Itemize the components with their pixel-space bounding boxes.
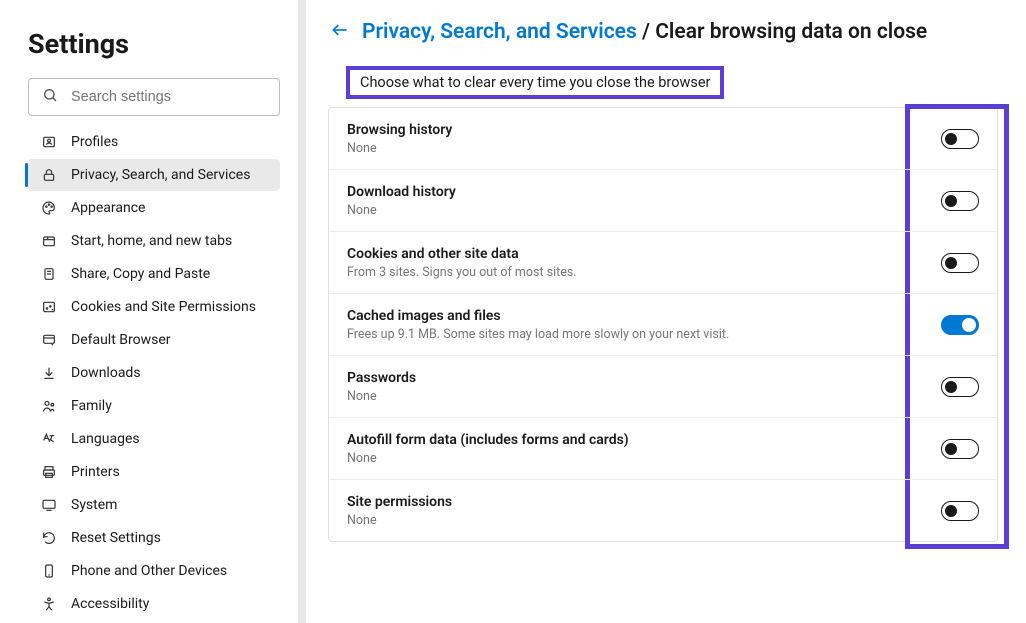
lock-icon — [40, 166, 58, 184]
option-title: Download history — [347, 184, 941, 200]
subheading: Choose what to clear every time you clos… — [360, 74, 710, 91]
sidebar-item-label: Printers — [71, 464, 120, 480]
search-wrap — [28, 78, 280, 116]
sidebar-item-label: System — [71, 497, 117, 513]
option-desc: None — [347, 513, 941, 528]
option-text: Site permissions None — [347, 494, 941, 528]
sidebar-item-profiles[interactable]: Profiles — [28, 126, 280, 158]
cookie-icon — [40, 298, 58, 316]
profile-icon — [40, 133, 58, 151]
option-text: Cached images and files Frees up 9.1 MB.… — [347, 308, 941, 342]
sidebar-item-label: Phone and Other Devices — [71, 563, 227, 579]
sidebar-item-system[interactable]: System — [28, 489, 280, 521]
option-site-permissions: Site permissions None — [329, 480, 997, 541]
sidebar-item-printers[interactable]: Printers — [28, 456, 280, 488]
sidebar-item-label: Default Browser — [71, 332, 171, 348]
sidebar-item-label: Languages — [71, 431, 140, 447]
palette-icon — [40, 199, 58, 217]
option-cookies: Cookies and other site data From 3 sites… — [329, 232, 997, 294]
sidebar-item-label: Reset Settings — [71, 530, 161, 546]
download-icon — [40, 364, 58, 382]
sidebar-item-label: Profiles — [71, 134, 118, 150]
family-icon — [40, 397, 58, 415]
sidebar-item-label: Accessibility — [71, 596, 149, 612]
option-text: Passwords None — [347, 370, 941, 404]
option-title: Cookies and other site data — [347, 246, 941, 262]
breadcrumb: Privacy, Search, and Services / Clear br… — [328, 18, 998, 46]
sidebar-item-label: Downloads — [71, 365, 141, 381]
sidebar-item-family[interactable]: Family — [28, 390, 280, 422]
sidebar-item-cookies[interactable]: Cookies and Site Permissions — [28, 291, 280, 323]
language-icon — [40, 430, 58, 448]
toggle-site-permissions[interactable] — [941, 501, 979, 521]
option-desc: None — [347, 451, 941, 466]
sidebar-item-languages[interactable]: Languages — [28, 423, 280, 455]
option-text: Cookies and other site data From 3 sites… — [347, 246, 941, 280]
toggle-cached[interactable] — [941, 315, 979, 335]
breadcrumb-title: Privacy, Search, and Services / Clear br… — [362, 20, 927, 44]
accessibility-icon — [40, 595, 58, 613]
option-desc: From 3 sites. Signs you out of most site… — [347, 265, 941, 280]
sidebar: Settings Profiles Privacy, Search, and S… — [0, 0, 306, 623]
toggle-passwords[interactable] — [941, 377, 979, 397]
option-cached: Cached images and files Frees up 9.1 MB.… — [329, 294, 997, 356]
search-icon — [42, 87, 58, 107]
tabs-icon — [40, 232, 58, 250]
option-download-history: Download history None — [329, 170, 997, 232]
sidebar-item-label: Cookies and Site Permissions — [71, 299, 256, 315]
toggle-autofill[interactable] — [941, 439, 979, 459]
option-text: Download history None — [347, 184, 941, 218]
sidebar-item-share[interactable]: Share, Copy and Paste — [28, 258, 280, 290]
option-text: Browsing history None — [347, 122, 941, 156]
option-text: Autofill form data (includes forms and c… — [347, 432, 941, 466]
option-title: Cached images and files — [347, 308, 941, 324]
option-desc: Frees up 9.1 MB. Some sites may load mor… — [347, 327, 941, 342]
toggle-browsing-history[interactable] — [941, 129, 979, 149]
sidebar-item-phone[interactable]: Phone and Other Devices — [28, 555, 280, 587]
option-title: Browsing history — [347, 122, 941, 138]
sidebar-item-appearance[interactable]: Appearance — [28, 192, 280, 224]
reset-icon — [40, 529, 58, 547]
main-content: Privacy, Search, and Services / Clear br… — [306, 0, 1026, 623]
phone-icon — [40, 562, 58, 580]
option-desc: None — [347, 389, 941, 404]
share-icon — [40, 265, 58, 283]
option-title: Passwords — [347, 370, 941, 386]
browser-icon — [40, 331, 58, 349]
back-arrow-icon[interactable] — [328, 18, 352, 46]
sidebar-item-label: Start, home, and new tabs — [71, 233, 232, 249]
sidebar-item-label: Privacy, Search, and Services — [71, 167, 250, 183]
sidebar-item-start[interactable]: Start, home, and new tabs — [28, 225, 280, 257]
sidebar-item-default-browser[interactable]: Default Browser — [28, 324, 280, 356]
option-desc: None — [347, 203, 941, 218]
breadcrumb-separator: / — [637, 20, 655, 44]
sidebar-item-privacy[interactable]: Privacy, Search, and Services — [28, 159, 280, 191]
option-desc: None — [347, 141, 941, 156]
page-title: Settings — [28, 28, 280, 60]
sidebar-item-label: Family — [71, 398, 112, 414]
breadcrumb-current: Clear browsing data on close — [655, 20, 927, 44]
option-autofill: Autofill form data (includes forms and c… — [329, 418, 997, 480]
nav-list: Profiles Privacy, Search, and Services A… — [28, 126, 280, 623]
printer-icon — [40, 463, 58, 481]
sidebar-item-label: Share, Copy and Paste — [71, 266, 210, 282]
sidebar-item-downloads[interactable]: Downloads — [28, 357, 280, 389]
search-input[interactable] — [28, 78, 280, 116]
option-title: Site permissions — [347, 494, 941, 510]
option-passwords: Passwords None — [329, 356, 997, 418]
toggle-cookies[interactable] — [941, 253, 979, 273]
option-browsing-history: Browsing history None — [329, 108, 997, 170]
sidebar-item-label: Appearance — [71, 200, 145, 216]
option-title: Autofill form data (includes forms and c… — [347, 432, 941, 448]
sidebar-item-accessibility[interactable]: Accessibility — [28, 588, 280, 620]
subheading-highlight: Choose what to clear every time you clos… — [346, 66, 724, 99]
sidebar-item-reset[interactable]: Reset Settings — [28, 522, 280, 554]
system-icon — [40, 496, 58, 514]
toggle-download-history[interactable] — [941, 191, 979, 211]
options-panel: Browsing history None Download history N… — [328, 107, 998, 542]
breadcrumb-parent-link[interactable]: Privacy, Search, and Services — [362, 20, 637, 44]
